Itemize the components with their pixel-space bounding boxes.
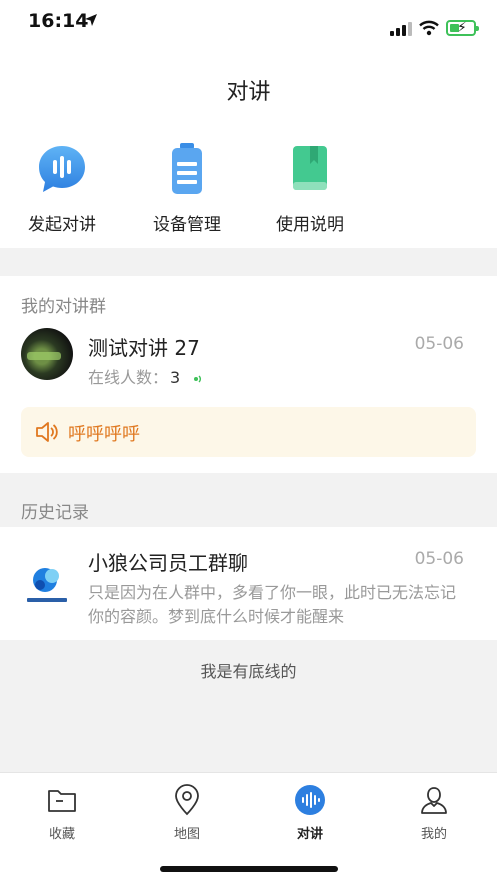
history-message: 只是因为在人群中，多看了你一眼，此时已无法忘记你的容颜。梦到底什么时候才能醒来 bbox=[88, 583, 457, 626]
group-avatar bbox=[21, 328, 73, 380]
wifi-icon bbox=[419, 20, 439, 36]
history-name: 小狼公司员工群聊 bbox=[88, 551, 248, 575]
tab-intercom[interactable]: 对讲 bbox=[270, 783, 350, 842]
status-bar: 16:14 ⚡ bbox=[0, 0, 497, 44]
status-time: 16:14 bbox=[28, 10, 89, 32]
battery-device-icon bbox=[172, 143, 202, 194]
tab-favorites[interactable]: 收藏 bbox=[22, 783, 102, 842]
map-pin-icon bbox=[175, 784, 199, 816]
home-indicator bbox=[160, 866, 338, 872]
tab-map[interactable]: 地图 bbox=[147, 783, 227, 842]
tab-favorites-label: 收藏 bbox=[48, 827, 75, 842]
location-arrow-icon bbox=[85, 14, 97, 26]
my-groups-title: 我的对讲群 bbox=[21, 297, 106, 317]
group-date: 05-06 bbox=[414, 334, 464, 354]
device-management-label: 设备管理 bbox=[153, 215, 221, 235]
user-icon bbox=[421, 787, 447, 814]
end-of-list-note: 我是有底线的 bbox=[200, 662, 297, 681]
tab-intercom-label: 对讲 bbox=[296, 827, 323, 842]
group-name: 测试对讲 27 bbox=[88, 336, 200, 360]
tab-mine-label: 我的 bbox=[420, 827, 447, 842]
call-banner[interactable]: 呼呼呼呼 bbox=[21, 407, 476, 457]
signal-icon bbox=[390, 22, 412, 36]
history-list-item[interactable]: 小狼公司员工群聊 05-06 只是因为在人群中，多看了你一眼，此时已无法忘记你的… bbox=[0, 527, 497, 640]
my-groups-section: 我的对讲群 测试对讲 27 05-06 在线人数： 3 呼呼呼呼 bbox=[0, 276, 497, 473]
user-guide-label: 使用说明 bbox=[276, 215, 344, 235]
voice-bubble-icon bbox=[39, 146, 85, 192]
start-intercom-label: 发起对讲 bbox=[28, 215, 96, 235]
history-title: 历史记录 bbox=[21, 503, 89, 523]
company-logo-icon bbox=[27, 568, 67, 602]
user-guide-button[interactable]: 使用说明 bbox=[250, 142, 370, 235]
nav-bar: 对讲 bbox=[0, 44, 497, 132]
speaker-icon bbox=[36, 422, 58, 442]
battery-icon: ⚡ bbox=[446, 20, 479, 36]
history-date: 05-06 bbox=[414, 549, 464, 569]
call-banner-text: 呼呼呼呼 bbox=[68, 424, 140, 445]
device-management-button[interactable]: 设备管理 bbox=[127, 142, 247, 235]
folder-icon bbox=[48, 790, 76, 812]
quick-actions: 发起对讲 设备管理 使用说明 bbox=[0, 132, 497, 248]
start-intercom-button[interactable]: 发起对讲 bbox=[2, 142, 122, 235]
speaking-indicator-icon bbox=[194, 374, 202, 383]
tab-map-label: 地图 bbox=[173, 827, 200, 842]
online-count: 在线人数： 3 bbox=[88, 364, 203, 388]
page-title: 对讲 bbox=[226, 80, 271, 105]
book-icon bbox=[293, 146, 327, 190]
tab-mine[interactable]: 我的 bbox=[394, 783, 474, 842]
intercom-icon bbox=[295, 785, 325, 815]
